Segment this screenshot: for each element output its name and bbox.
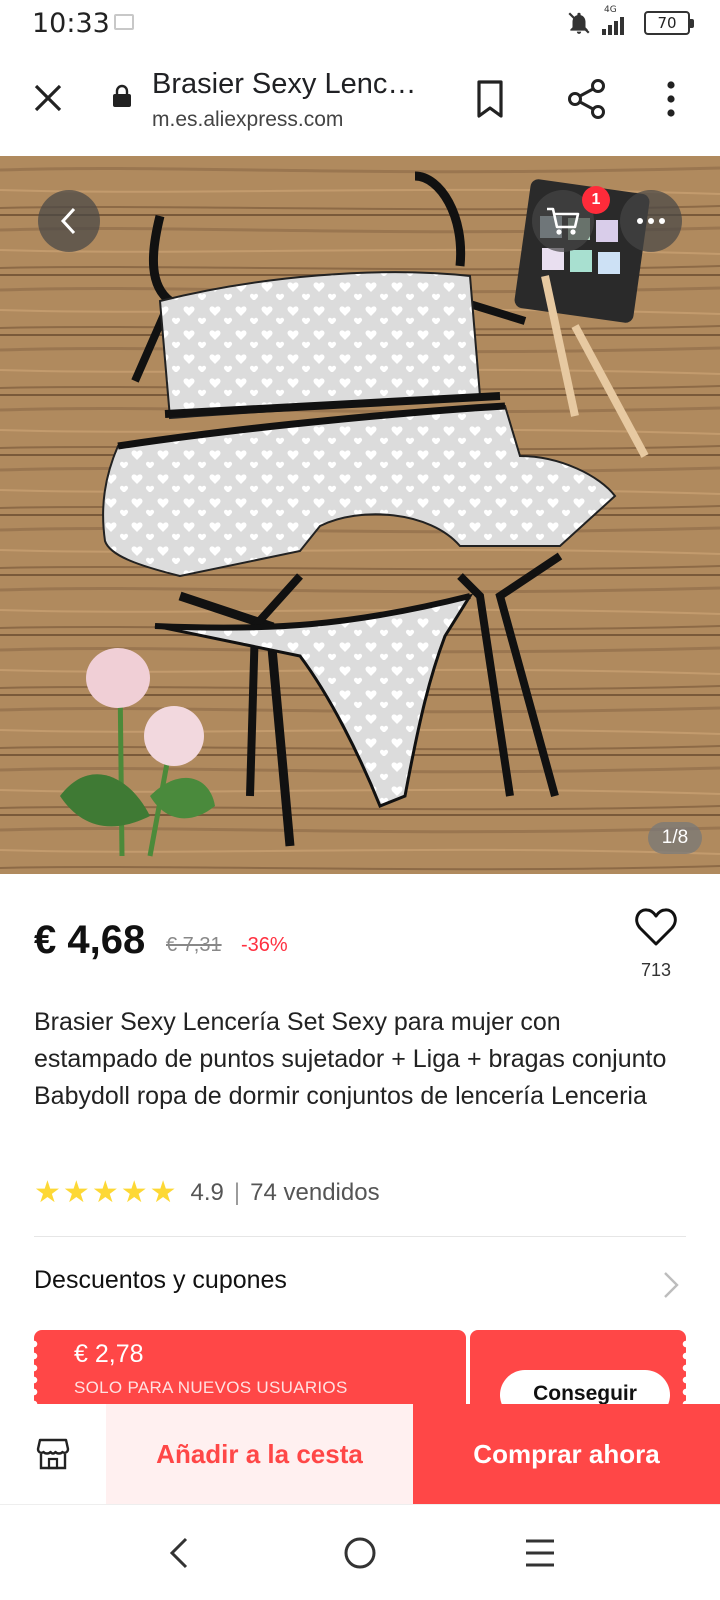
discount-percent: -36% bbox=[241, 934, 288, 956]
star-icon: ★ bbox=[120, 1176, 148, 1209]
rating-stars: ★ ★ ★ ★ ★ bbox=[34, 1178, 177, 1208]
cart-count-badge: 1 bbox=[582, 186, 610, 214]
status-bar: 10:33 4G 70 bbox=[0, 0, 720, 48]
network-type: 4G bbox=[604, 5, 617, 15]
store-icon bbox=[36, 1438, 70, 1470]
gallery-more-button[interactable] bbox=[620, 190, 682, 252]
get-coupon-button[interactable]: Conseguir bbox=[500, 1370, 670, 1404]
coupons-heading: Descuentos y cupones bbox=[34, 1266, 287, 1294]
image-counter: 1/8 bbox=[648, 822, 702, 854]
nav-recents-icon[interactable] bbox=[520, 1531, 560, 1575]
battery-icon: 70 bbox=[644, 11, 694, 35]
star-icon: ★ bbox=[91, 1176, 119, 1209]
close-tab-button[interactable] bbox=[28, 78, 68, 118]
rating-value: 4.9 bbox=[190, 1179, 224, 1206]
product-title: Brasier Sexy Lencería Set Sexy para muje… bbox=[34, 1008, 667, 1110]
star-icon: ★ bbox=[149, 1176, 177, 1209]
share-icon[interactable] bbox=[566, 78, 608, 120]
store-button[interactable] bbox=[0, 1404, 106, 1504]
current-price: € 4,68 bbox=[34, 918, 146, 962]
add-to-cart-button[interactable]: Añadir a la cesta bbox=[106, 1404, 413, 1504]
coupons-row[interactable]: Descuentos y cupones bbox=[34, 1256, 686, 1316]
system-nav-bar bbox=[0, 1504, 720, 1600]
divider bbox=[34, 1236, 686, 1237]
status-time: 10:33 bbox=[32, 8, 110, 39]
star-icon: ★ bbox=[34, 1176, 61, 1209]
page-url[interactable]: m.es.aliexpress.com bbox=[152, 108, 343, 132]
sold-count: 74 vendidos bbox=[250, 1179, 380, 1206]
page-title[interactable]: Brasier Sexy Lenc… bbox=[152, 68, 416, 101]
product-image-gallery[interactable]: 1 1/8 bbox=[0, 156, 720, 874]
gallery-back-button[interactable] bbox=[38, 190, 100, 252]
close-icon bbox=[34, 84, 62, 112]
bell-off-icon bbox=[568, 12, 590, 34]
more-horiz-icon bbox=[637, 218, 665, 224]
chevron-left-icon bbox=[60, 207, 76, 235]
more-vert-icon[interactable] bbox=[656, 78, 686, 120]
chevron-right-icon bbox=[664, 1272, 679, 1298]
coupon-amount: € 2,78 bbox=[74, 1340, 144, 1368]
nav-back-icon[interactable] bbox=[160, 1531, 200, 1575]
wishlist-count: 713 bbox=[640, 960, 672, 980]
bookmark-icon[interactable] bbox=[470, 78, 510, 120]
star-icon: ★ bbox=[62, 1176, 90, 1209]
original-price: € 7,31 bbox=[166, 934, 222, 956]
nav-home-icon[interactable] bbox=[338, 1531, 382, 1575]
cart-icon bbox=[547, 207, 580, 235]
rating-separator: | bbox=[233, 1179, 241, 1206]
buy-now-button[interactable]: Comprar ahora bbox=[413, 1404, 720, 1504]
status-icons: 4G 70 bbox=[566, 5, 694, 38]
purchase-action-bar: Añadir a la cesta Comprar ahora bbox=[0, 1404, 720, 1504]
browser-toolbar: Brasier Sexy Lenc… m.es.aliexpress.com bbox=[0, 48, 720, 154]
coupon-note: SOLO PARA NUEVOS USUARIOS bbox=[74, 1378, 348, 1397]
rating-row[interactable]: ★ ★ ★ ★ ★ 4.9 | 74 vendidos bbox=[34, 1176, 380, 1210]
heart-icon[interactable] bbox=[634, 906, 678, 948]
signal-icon: 4G bbox=[602, 5, 634, 37]
lock-icon bbox=[113, 84, 131, 107]
new-user-coupon: € 2,78 SOLO PARA NUEVOS USUARIOS Consegu… bbox=[34, 1330, 686, 1404]
image-notification-icon bbox=[114, 14, 134, 30]
product-photo bbox=[0, 156, 720, 874]
battery-level: 70 bbox=[657, 14, 677, 32]
